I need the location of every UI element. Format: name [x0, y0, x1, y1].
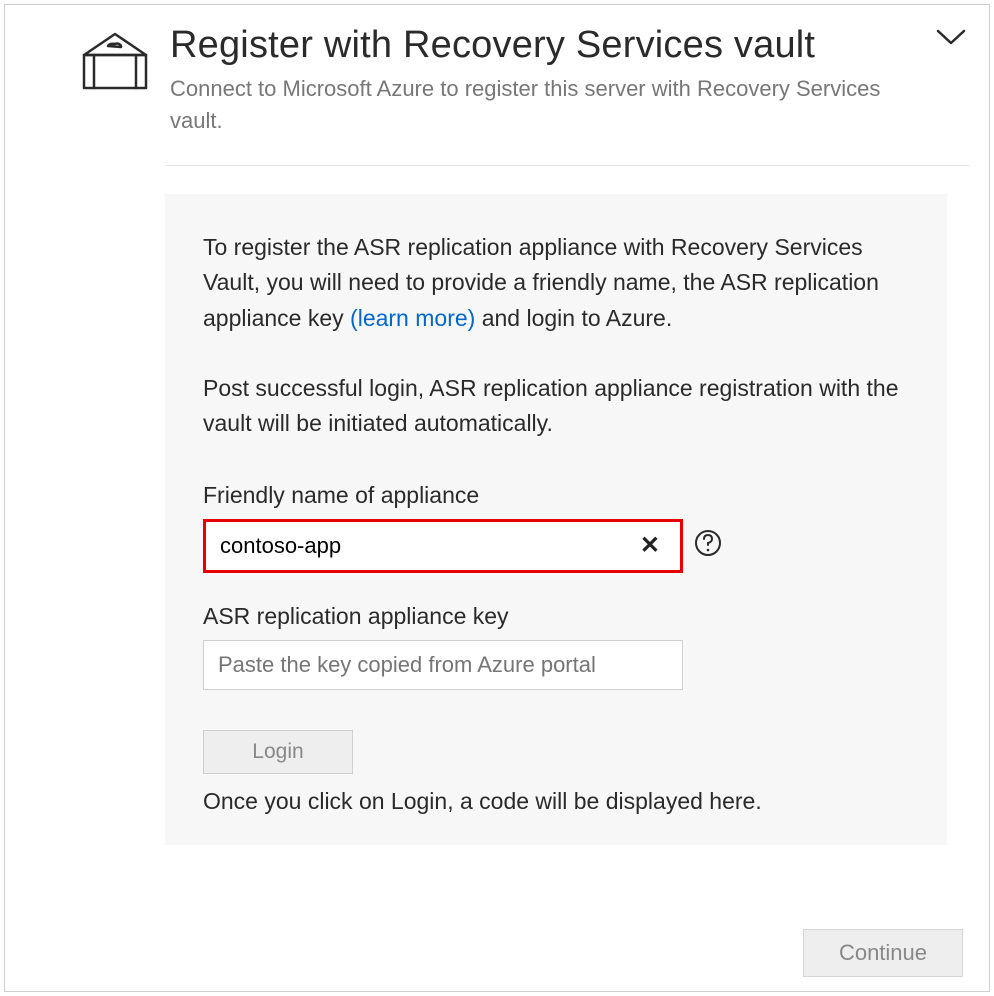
login-hint: Once you click on Login, a code will be …: [203, 788, 909, 815]
content-panel: To register the ASR replication applianc…: [165, 194, 947, 845]
page-subtitle: Connect to Microsoft Azure to register t…: [170, 73, 929, 137]
learn-more-link[interactable]: (learn more): [350, 305, 475, 331]
friendly-name-row: ✕: [203, 519, 909, 573]
header: Register with Recovery Services vault Co…: [80, 25, 969, 137]
info-text-1: To register the ASR replication applianc…: [203, 230, 909, 337]
page-title: Register with Recovery Services vault: [170, 25, 929, 67]
vault-icon: [80, 31, 150, 98]
continue-button[interactable]: Continue: [803, 929, 963, 977]
divider: [165, 165, 969, 166]
info-text-1-post: and login to Azure.: [475, 305, 672, 331]
clear-input-icon[interactable]: ✕: [634, 531, 666, 560]
help-icon[interactable]: [693, 528, 723, 563]
friendly-name-label: Friendly name of appliance: [203, 482, 909, 509]
friendly-name-input-wrap: ✕: [203, 519, 683, 573]
login-button[interactable]: Login: [203, 730, 353, 774]
register-panel: Register with Recovery Services vault Co…: [4, 4, 990, 992]
header-text: Register with Recovery Services vault Co…: [170, 25, 969, 137]
friendly-name-input[interactable]: [220, 533, 634, 559]
collapse-chevron-icon[interactable]: [935, 27, 967, 52]
appliance-key-input[interactable]: [203, 640, 683, 690]
appliance-key-label: ASR replication appliance key: [203, 603, 909, 630]
info-text-2: Post successful login, ASR replication a…: [203, 371, 909, 442]
